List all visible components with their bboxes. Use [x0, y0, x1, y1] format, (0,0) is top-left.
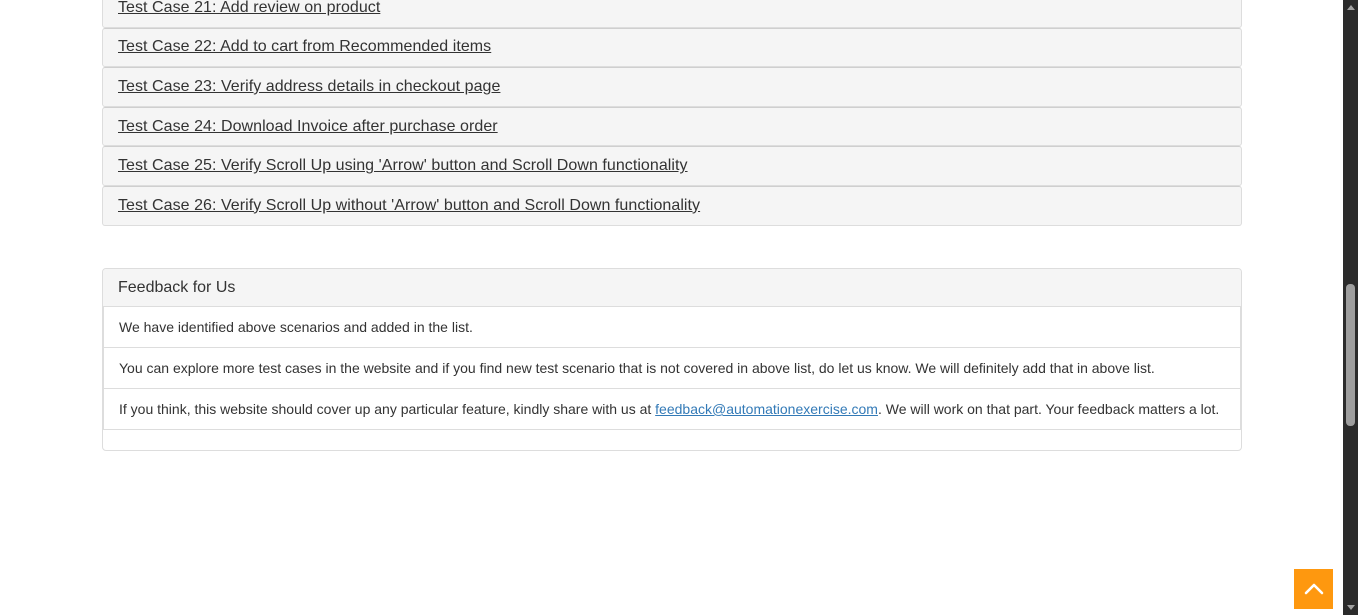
test-case-item-26: Test Case 26: Verify Scroll Up without '… [102, 185, 1242, 226]
scroll-arrow-down-icon[interactable] [1343, 600, 1358, 615]
feedback-text-3-before: If you think, this website should cover … [119, 401, 656, 417]
vertical-scrollbar[interactable] [1343, 0, 1358, 615]
test-case-item-24: Test Case 24: Download Invoice after pur… [102, 106, 1242, 147]
feedback-item-3: If you think, this website should cover … [103, 389, 1241, 430]
feedback-text-1: We have identified above scenarios and a… [119, 319, 473, 335]
scroll-thumb[interactable] [1346, 284, 1355, 426]
scroll-arrow-up-icon[interactable] [1343, 0, 1358, 15]
test-case-item-21: Test Case 21: Add review on product [102, 0, 1242, 28]
feedback-list: We have identified above scenarios and a… [103, 307, 1241, 430]
test-case-link-22[interactable]: Test Case 22: Add to cart from Recommend… [118, 38, 491, 56]
feedback-text-3-after: . We will work on that part. Your feedba… [877, 401, 1220, 417]
test-case-link-25[interactable]: Test Case 25: Verify Scroll Up using 'Ar… [118, 157, 688, 175]
test-cases-list: Test Case 21: Add review on product Test… [102, 0, 1242, 226]
test-case-link-21[interactable]: Test Case 21: Add review on product [118, 0, 380, 17]
feedback-panel: Feedback for Us We have identified above… [102, 268, 1242, 451]
page: Test Case 21: Add review on product Test… [0, 0, 1343, 615]
test-case-item-22: Test Case 22: Add to cart from Recommend… [102, 27, 1242, 68]
test-case-link-23[interactable]: Test Case 23: Verify address details in … [118, 78, 500, 96]
test-case-item-23: Test Case 23: Verify address details in … [102, 67, 1242, 107]
feedback-text-2: You can explore more test cases in the w… [119, 360, 1155, 376]
test-case-link-24[interactable]: Test Case 24: Download Invoice after pur… [118, 118, 498, 136]
feedback-text-3: If you think, this website should cover … [119, 401, 1219, 417]
test-case-link-26[interactable]: Test Case 26: Verify Scroll Up without '… [118, 197, 700, 215]
test-case-item-25: Test Case 25: Verify Scroll Up using 'Ar… [102, 146, 1242, 186]
scroll-up-button[interactable] [1294, 569, 1333, 609]
feedback-item-1: We have identified above scenarios and a… [103, 307, 1241, 348]
feedback-heading: Feedback for Us [103, 269, 1241, 307]
chevron-up-icon [1304, 583, 1323, 595]
feedback-item-2: You can explore more test cases in the w… [103, 348, 1241, 389]
feedback-email-link[interactable]: feedback@automationexercise.com [655, 401, 878, 417]
